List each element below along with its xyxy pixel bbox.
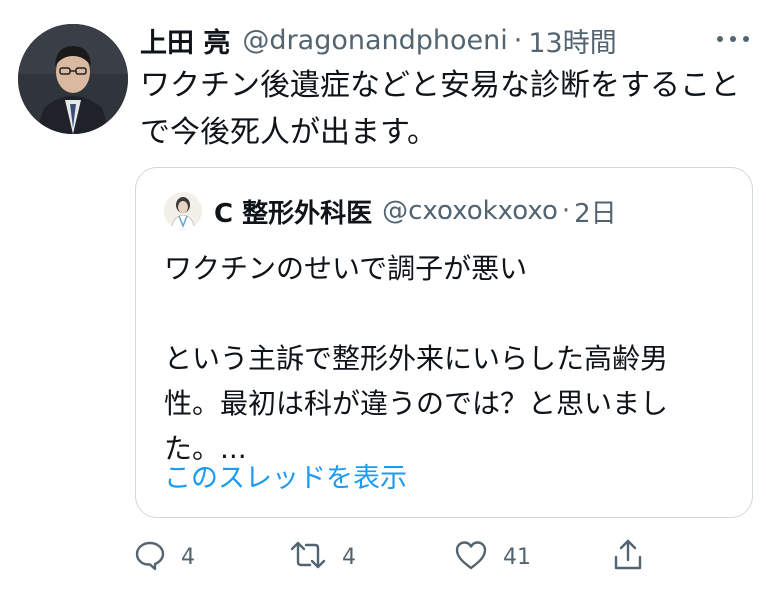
show-thread-link[interactable]: このスレッドを表示 (164, 456, 407, 495)
quoted-text-line: という主訴で整形外来にいらした高齢男 (164, 342, 669, 375)
separator-dot: · (513, 24, 523, 56)
share-icon (611, 537, 645, 577)
tweet-text: ワクチン後遺症などと安易な診断をすること で今後死人が出ます。 (140, 62, 750, 156)
quoted-text-line: 性。最初は科が違うのでは？と思いまし (164, 387, 669, 420)
reply-button[interactable]: 4 (133, 535, 195, 579)
more-horizontal-icon[interactable] (711, 24, 755, 54)
tweet-actions: 4 4 41 (133, 535, 753, 579)
author-avatar[interactable] (18, 24, 128, 134)
separator-dot: · (561, 196, 571, 226)
author-handle[interactable]: @dragonandphoeni (242, 25, 507, 56)
author-name[interactable]: 上田 亮 (140, 21, 230, 60)
quoted-text-blank-line (164, 291, 724, 336)
tweet-timestamp[interactable]: 13時間 (528, 21, 616, 60)
quoted-text-line: ワクチンのせいで調子が悪い (164, 252, 528, 285)
tweet-text-line: ワクチン後遺症などと安易な診断をすること (140, 68, 740, 103)
like-count: 41 (503, 544, 531, 570)
quoted-author-handle[interactable]: @cxoxokxoxo (382, 196, 558, 226)
quoted-author-name[interactable]: C 整形外科医 (214, 193, 372, 230)
tweet-text-line: で今後死人が出ます。 (140, 115, 437, 150)
retweet-count: 4 (342, 544, 356, 570)
reply-count: 4 (181, 544, 195, 570)
quoted-tweet-text: ワクチンのせいで調子が悪い という主訴で整形外来にいらした高齢男 性。最初は科が… (164, 246, 724, 471)
tweet-header: 上田 亮 @dragonandphoeni · 13時間 (140, 18, 755, 62)
retweet-icon (288, 538, 328, 576)
heart-icon (453, 538, 489, 576)
reply-icon (133, 538, 167, 576)
like-button[interactable]: 41 (453, 535, 531, 579)
retweet-button[interactable]: 4 (288, 535, 356, 579)
quoted-author-avatar (164, 192, 202, 230)
quoted-tweet-card[interactable]: C 整形外科医 @cxoxokxoxo · 2日 ワクチンのせいで調子が悪い と… (135, 167, 753, 518)
quoted-tweet-header: C 整形外科医 @cxoxokxoxo · 2日 (164, 192, 724, 230)
share-button[interactable] (611, 535, 645, 579)
quoted-tweet-timestamp[interactable]: 2日 (574, 193, 617, 230)
